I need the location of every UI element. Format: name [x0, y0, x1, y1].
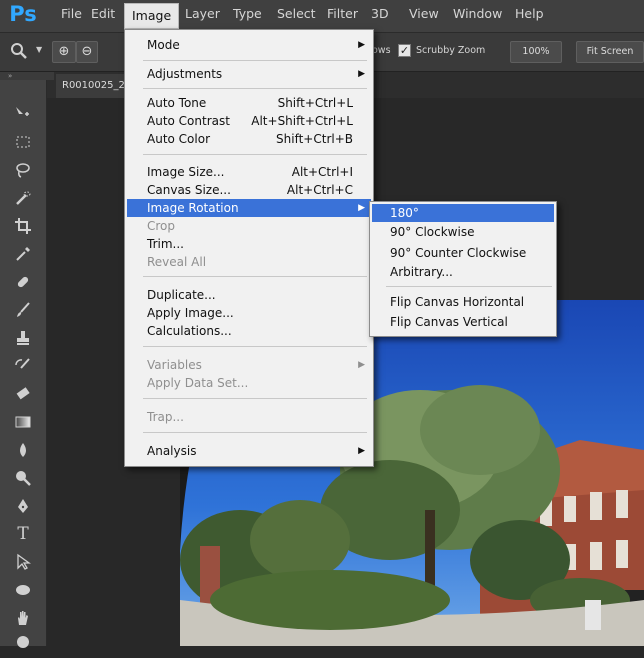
type-tool-icon[interactable]: T [8, 522, 38, 546]
menu-item-arbitrary[interactable]: Arbitrary... [372, 263, 554, 281]
menu-item-trim[interactable]: Trim... [127, 235, 371, 253]
menu-item-duplicate[interactable]: Duplicate... [127, 286, 371, 304]
scrubby-zoom-label: Scrubby Zoom [416, 45, 486, 56]
menu-item-analysis[interactable]: Analysis ▶ [127, 442, 371, 460]
menu-view[interactable]: View [402, 2, 446, 28]
menu-separator [143, 398, 367, 399]
lasso-tool-icon[interactable] [8, 158, 38, 182]
menu-filter[interactable]: Filter [320, 2, 365, 28]
menu-item-trap: Trap... [147, 410, 184, 424]
submenu-arrow-icon: ▶ [358, 69, 365, 79]
menu-item-rotate-180[interactable]: 180° [372, 204, 554, 222]
menu-item-flip-horizontal[interactable]: Flip Canvas Horizontal [372, 293, 554, 311]
history-brush-tool-icon[interactable] [8, 354, 38, 378]
menu-help[interactable]: Help [508, 2, 551, 28]
dodge-tool-icon[interactable] [8, 466, 38, 490]
crop-tool-icon[interactable] [8, 214, 38, 238]
fit-screen-button[interactable]: Fit Screen [576, 41, 644, 63]
gradient-tool-icon[interactable] [8, 410, 38, 434]
ellipse-tool-icon[interactable] [8, 578, 38, 602]
menu-item-apply-image[interactable]: Apply Image... [127, 304, 371, 322]
menu-item-mode[interactable]: Mode ▶ [127, 36, 371, 54]
blur-tool-icon[interactable] [8, 438, 38, 462]
zoom-in-button[interactable]: ⊕ [52, 41, 76, 63]
menu-separator [143, 154, 367, 155]
menu-separator [143, 346, 367, 347]
brush-tool-icon[interactable] [8, 298, 38, 322]
submenu-arrow-icon: ▶ [358, 360, 365, 370]
healing-brush-tool-icon[interactable] [8, 270, 38, 294]
eyedropper-tool-icon[interactable] [8, 242, 38, 266]
zoom-out-button[interactable]: ⊖ [76, 41, 98, 63]
zoom-tool-icon[interactable] [8, 630, 38, 654]
submenu-arrow-icon: ▶ [358, 446, 365, 456]
image-menu-dropdown: Mode ▶ Adjustments ▶ Auto Tone Shift+Ctrl+L… [124, 29, 374, 467]
menu-select[interactable]: Select [270, 2, 323, 28]
eraser-tool-icon[interactable] [8, 382, 38, 406]
menu-item-rotate-90-cw[interactable]: 90° Clockwise [372, 223, 554, 241]
panel-collapse-icon[interactable]: » [0, 72, 54, 80]
menu-item-crop: Crop [147, 219, 176, 233]
shortcut-label: Shift+Ctrl+B [276, 132, 353, 146]
menu-separator [143, 276, 367, 277]
marquee-tool-icon[interactable] [8, 130, 38, 154]
tools-panel: » T [0, 72, 54, 648]
menu-item-adjustments[interactable]: Adjustments ▶ [127, 65, 371, 83]
scrubby-zoom-checkbox[interactable]: ✓ [398, 44, 411, 57]
quick-selection-tool-icon[interactable] [8, 186, 38, 210]
shortcut-label: Alt+Ctrl+C [286, 183, 353, 197]
menu-item-canvas-size[interactable]: Canvas Size... Alt+Ctrl+C [127, 181, 371, 199]
zoom-100-button[interactable]: 100% [510, 41, 562, 63]
menu-separator [386, 286, 552, 287]
menu-separator [143, 88, 367, 89]
hand-tool-icon[interactable] [8, 606, 38, 630]
clone-stamp-tool-icon[interactable] [8, 326, 38, 350]
menu-item-reveal-all: Reveal All [147, 255, 207, 269]
menu-item-variables: Variables ▶ [147, 358, 365, 372]
menu-image[interactable]: Image [124, 3, 180, 29]
menu-item-auto-color[interactable]: Auto Color Shift+Ctrl+B [127, 130, 371, 148]
zoom-tool-preset-icon[interactable] [4, 39, 34, 63]
chevron-down-icon[interactable]: ▼ [36, 45, 42, 54]
menu-window[interactable]: Window [446, 2, 509, 28]
menu-item-image-rotation[interactable]: Image Rotation ▶ [127, 199, 371, 217]
menu-type[interactable]: Type [226, 2, 269, 28]
menu-item-image-size[interactable]: Image Size... Alt+Ctrl+I [127, 163, 371, 181]
image-rotation-submenu: 180° 90° Clockwise 90° Counter Clockwise… [369, 201, 557, 337]
submenu-arrow-icon: ▶ [358, 40, 365, 50]
menu-item-auto-contrast[interactable]: Auto Contrast Alt+Shift+Ctrl+L [127, 112, 371, 130]
pen-tool-icon[interactable] [8, 494, 38, 518]
path-selection-tool-icon[interactable] [8, 550, 38, 574]
shortcut-label: Alt+Shift+Ctrl+L [251, 114, 353, 128]
photoshop-logo: Ps [9, 2, 37, 26]
menu-item-apply-data-set: Apply Data Set... [147, 376, 249, 390]
menu-3d[interactable]: 3D [364, 2, 396, 28]
move-tool-icon[interactable] [8, 102, 38, 126]
partial-option-label: ows [372, 45, 391, 56]
submenu-arrow-icon: ▶ [358, 203, 365, 213]
menu-item-auto-tone[interactable]: Auto Tone Shift+Ctrl+L [127, 94, 371, 112]
menu-separator [143, 432, 367, 433]
menu-item-flip-vertical[interactable]: Flip Canvas Vertical [372, 313, 554, 331]
shortcut-label: Alt+Ctrl+I [291, 165, 353, 179]
menu-edit[interactable]: Edit [84, 2, 122, 28]
menu-item-rotate-90-ccw[interactable]: 90° Counter Clockwise [372, 244, 554, 262]
menu-layer[interactable]: Layer [178, 2, 227, 28]
shortcut-label: Shift+Ctrl+L [277, 96, 353, 110]
menu-item-calculations[interactable]: Calculations... [127, 322, 371, 340]
menu-separator [143, 60, 367, 61]
